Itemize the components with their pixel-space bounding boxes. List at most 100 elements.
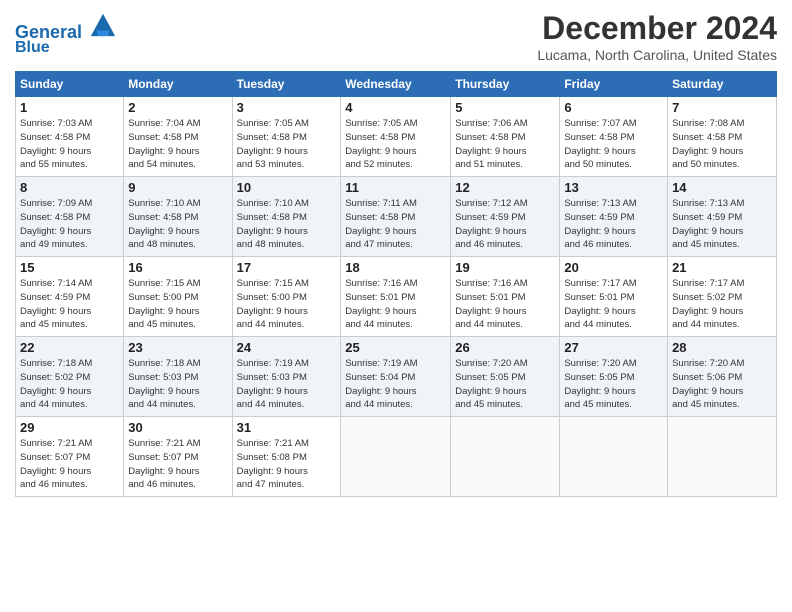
week-row-1: 1Sunrise: 7:03 AM Sunset: 4:58 PM Daylig…: [16, 97, 777, 177]
calendar-cell: 1Sunrise: 7:03 AM Sunset: 4:58 PM Daylig…: [16, 97, 124, 177]
calendar-cell: 20Sunrise: 7:17 AM Sunset: 5:01 PM Dayli…: [560, 257, 668, 337]
week-row-2: 8 Sunrise: 7:09 AM Sunset: 4:58 PM Daylig…: [16, 177, 777, 257]
day-info: Sunrise: 7:10 AM Sunset: 4:58 PM Dayligh…: [237, 197, 337, 252]
day-number: 23: [128, 340, 227, 355]
col-header-monday: Monday: [124, 72, 232, 97]
calendar-cell: 4Sunrise: 7:05 AM Sunset: 4:58 PM Daylig…: [341, 97, 451, 177]
day-info: Sunrise: 7:04 AM Sunset: 4:58 PM Dayligh…: [128, 117, 227, 172]
day-info: Sunrise: 7:05 AM Sunset: 4:58 PM Dayligh…: [237, 117, 337, 172]
col-header-wednesday: Wednesday: [341, 72, 451, 97]
calendar-cell: 18 Sunrise: 7:16 AM Sunset: 5:01 PM Dayli…: [341, 257, 451, 337]
logo: General Blue: [15, 10, 117, 56]
day-info: Sunrise: 7:21 AM Sunset: 5:08 PM Dayligh…: [237, 437, 337, 492]
day-number: 26: [455, 340, 555, 355]
day-info: Sunrise: 7:19 AM Sunset: 5:03 PM Dayligh…: [237, 357, 337, 412]
day-number: 6: [564, 100, 663, 115]
calendar-cell: 5 Sunrise: 7:06 AM Sunset: 4:58 PM Daylig…: [451, 97, 560, 177]
calendar-cell: 14 Sunrise: 7:13 AM Sunset: 4:59 PM Dayli…: [668, 177, 777, 257]
calendar-cell: 12 Sunrise: 7:12 AM Sunset: 4:59 PM Dayli…: [451, 177, 560, 257]
day-info: Sunrise: 7:17 AM Sunset: 5:02 PM Dayligh…: [672, 277, 772, 332]
day-info: Sunrise: 7:13 AM Sunset: 4:59 PM Dayligh…: [564, 197, 663, 252]
logo-text: General: [15, 10, 117, 43]
col-header-saturday: Saturday: [668, 72, 777, 97]
calendar-cell: 26 Sunrise: 7:20 AM Sunset: 5:05 PM Dayli…: [451, 337, 560, 417]
calendar-cell: 13 Sunrise: 7:13 AM Sunset: 4:59 PM Dayli…: [560, 177, 668, 257]
day-number: 30: [128, 420, 227, 435]
title-block: December 2024 Lucama, North Carolina, Un…: [537, 10, 777, 63]
calendar-cell: [451, 417, 560, 497]
calendar-page: General Blue December 2024 Lucama, North…: [0, 0, 792, 612]
day-info: Sunrise: 7:10 AM Sunset: 4:58 PM Dayligh…: [128, 197, 227, 252]
day-info: Sunrise: 7:13 AM Sunset: 4:59 PM Dayligh…: [672, 197, 772, 252]
calendar-cell: 9 Sunrise: 7:10 AM Sunset: 4:58 PM Daylig…: [124, 177, 232, 257]
day-number: 3: [237, 100, 337, 115]
day-number: 13: [564, 180, 663, 195]
day-number: 8: [20, 180, 119, 195]
calendar-cell: 11 Sunrise: 7:11 AM Sunset: 4:58 PM Dayli…: [341, 177, 451, 257]
day-number: 14: [672, 180, 772, 195]
calendar-cell: 27Sunrise: 7:20 AM Sunset: 5:05 PM Dayli…: [560, 337, 668, 417]
day-number: 21: [672, 260, 772, 275]
day-info: Sunrise: 7:09 AM Sunset: 4:58 PM Dayligh…: [20, 197, 119, 252]
week-row-5: 29 Sunrise: 7:21 AM Sunset: 5:07 PM Dayli…: [16, 417, 777, 497]
day-info: Sunrise: 7:19 AM Sunset: 5:04 PM Dayligh…: [345, 357, 446, 412]
day-info: Sunrise: 7:16 AM Sunset: 5:01 PM Dayligh…: [455, 277, 555, 332]
day-number: 18: [345, 260, 446, 275]
day-info: Sunrise: 7:18 AM Sunset: 5:03 PM Dayligh…: [128, 357, 227, 412]
calendar-cell: 3 Sunrise: 7:05 AM Sunset: 4:58 PM Daylig…: [232, 97, 341, 177]
calendar-cell: [341, 417, 451, 497]
day-number: 2: [128, 100, 227, 115]
day-number: 31: [237, 420, 337, 435]
month-title: December 2024: [537, 10, 777, 47]
calendar-cell: 6 Sunrise: 7:07 AM Sunset: 4:58 PM Daylig…: [560, 97, 668, 177]
logo-icon: [89, 10, 117, 38]
calendar-cell: 15Sunrise: 7:14 AM Sunset: 4:59 PM Dayli…: [16, 257, 124, 337]
day-info: Sunrise: 7:16 AM Sunset: 5:01 PM Dayligh…: [345, 277, 446, 332]
day-info: Sunrise: 7:18 AM Sunset: 5:02 PM Dayligh…: [20, 357, 119, 412]
day-info: Sunrise: 7:21 AM Sunset: 5:07 PM Dayligh…: [128, 437, 227, 492]
calendar-cell: [560, 417, 668, 497]
calendar-cell: 2 Sunrise: 7:04 AM Sunset: 4:58 PM Daylig…: [124, 97, 232, 177]
day-info: Sunrise: 7:11 AM Sunset: 4:58 PM Dayligh…: [345, 197, 446, 252]
calendar-cell: 30 Sunrise: 7:21 AM Sunset: 5:07 PM Dayli…: [124, 417, 232, 497]
day-number: 17: [237, 260, 337, 275]
location: Lucama, North Carolina, United States: [537, 47, 777, 63]
day-info: Sunrise: 7:08 AM Sunset: 4:58 PM Dayligh…: [672, 117, 772, 172]
col-header-sunday: Sunday: [16, 72, 124, 97]
calendar-cell: 8 Sunrise: 7:09 AM Sunset: 4:58 PM Daylig…: [16, 177, 124, 257]
day-number: 4: [345, 100, 446, 115]
day-info: Sunrise: 7:12 AM Sunset: 4:59 PM Dayligh…: [455, 197, 555, 252]
day-number: 5: [455, 100, 555, 115]
header: General Blue December 2024 Lucama, North…: [15, 10, 777, 63]
calendar-table: SundayMondayTuesdayWednesdayThursdayFrid…: [15, 71, 777, 497]
calendar-cell: 10Sunrise: 7:10 AM Sunset: 4:58 PM Dayli…: [232, 177, 341, 257]
day-info: Sunrise: 7:21 AM Sunset: 5:07 PM Dayligh…: [20, 437, 119, 492]
day-info: Sunrise: 7:20 AM Sunset: 5:05 PM Dayligh…: [455, 357, 555, 412]
calendar-cell: 16Sunrise: 7:15 AM Sunset: 5:00 PM Dayli…: [124, 257, 232, 337]
week-row-3: 15Sunrise: 7:14 AM Sunset: 4:59 PM Dayli…: [16, 257, 777, 337]
day-info: Sunrise: 7:14 AM Sunset: 4:59 PM Dayligh…: [20, 277, 119, 332]
day-number: 29: [20, 420, 119, 435]
col-header-friday: Friday: [560, 72, 668, 97]
day-number: 20: [564, 260, 663, 275]
calendar-cell: 28 Sunrise: 7:20 AM Sunset: 5:06 PM Dayli…: [668, 337, 777, 417]
day-number: 25: [345, 340, 446, 355]
calendar-cell: 24Sunrise: 7:19 AM Sunset: 5:03 PM Dayli…: [232, 337, 341, 417]
day-info: Sunrise: 7:07 AM Sunset: 4:58 PM Dayligh…: [564, 117, 663, 172]
day-info: Sunrise: 7:15 AM Sunset: 5:00 PM Dayligh…: [128, 277, 227, 332]
calendar-cell: 23 Sunrise: 7:18 AM Sunset: 5:03 PM Dayli…: [124, 337, 232, 417]
col-header-tuesday: Tuesday: [232, 72, 341, 97]
calendar-cell: 31 Sunrise: 7:21 AM Sunset: 5:08 PM Dayli…: [232, 417, 341, 497]
day-number: 11: [345, 180, 446, 195]
calendar-cell: 22Sunrise: 7:18 AM Sunset: 5:02 PM Dayli…: [16, 337, 124, 417]
calendar-cell: 7Sunrise: 7:08 AM Sunset: 4:58 PM Daylig…: [668, 97, 777, 177]
calendar-cell: 25 Sunrise: 7:19 AM Sunset: 5:04 PM Dayli…: [341, 337, 451, 417]
calendar-cell: 21 Sunrise: 7:17 AM Sunset: 5:02 PM Dayli…: [668, 257, 777, 337]
day-info: Sunrise: 7:20 AM Sunset: 5:06 PM Dayligh…: [672, 357, 772, 412]
day-number: 9: [128, 180, 227, 195]
week-row-4: 22Sunrise: 7:18 AM Sunset: 5:02 PM Dayli…: [16, 337, 777, 417]
day-number: 12: [455, 180, 555, 195]
day-number: 28: [672, 340, 772, 355]
day-info: Sunrise: 7:06 AM Sunset: 4:58 PM Dayligh…: [455, 117, 555, 172]
day-info: Sunrise: 7:03 AM Sunset: 4:58 PM Dayligh…: [20, 117, 119, 172]
